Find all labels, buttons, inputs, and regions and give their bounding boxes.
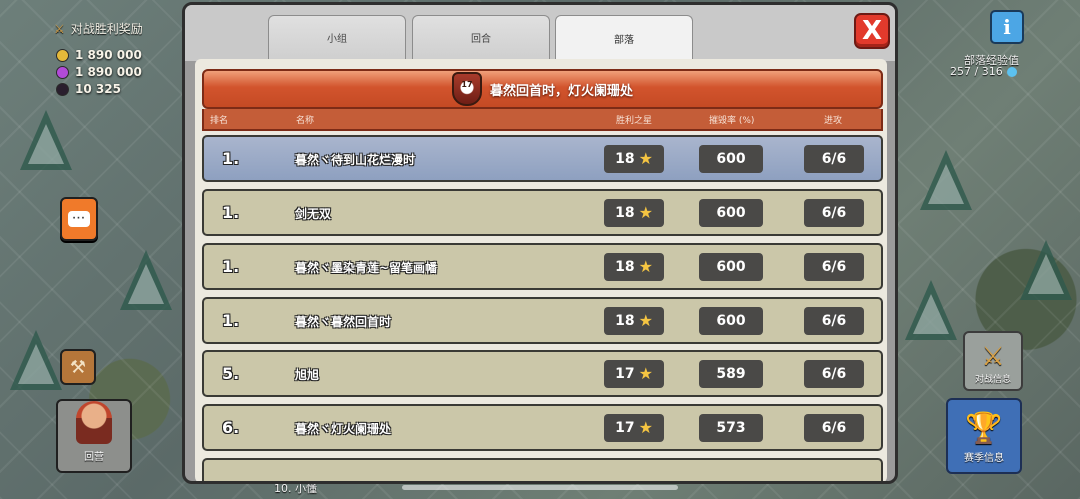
- column-rank: 排名: [210, 116, 229, 126]
- table-row[interactable]: 1. 暮然ヾ待到山花烂漫时 18 ★ 600 6/6: [202, 135, 883, 182]
- row-rank: 1.: [222, 257, 240, 276]
- row-attacks: 6/6: [804, 414, 864, 442]
- table-header: 排名 名称 胜利之星 摧毁率 (%) 进攻: [202, 109, 883, 131]
- chat-button[interactable]: ···: [60, 197, 98, 241]
- row-attacks: 6/6: [804, 199, 864, 227]
- war-reward-title: ⚔ 对战胜利奖励: [54, 21, 143, 37]
- star-icon: ★: [638, 149, 653, 168]
- close-button[interactable]: X: [854, 13, 890, 49]
- row-player-name: 旭旭: [295, 368, 320, 382]
- row-destruction: 573: [699, 414, 763, 442]
- row-stars: 18 ★: [604, 199, 664, 227]
- hammer-icon: ⚒: [69, 356, 87, 378]
- tree-decoration: [120, 250, 172, 310]
- row-attacks: 6/6: [804, 360, 864, 388]
- tab-group[interactable]: 小组: [268, 15, 406, 59]
- table-row[interactable]: [202, 458, 883, 481]
- dark-elixir-reward: 10 325: [56, 82, 121, 96]
- season-info-button[interactable]: 🏆 赛季信息: [946, 398, 1022, 474]
- row-destruction: 600: [699, 145, 763, 173]
- clan-badge-icon: 17: [451, 72, 482, 106]
- row-player-name: 剑无双: [295, 207, 332, 221]
- tab-clan[interactable]: 部落: [555, 15, 693, 61]
- dark-elixir-icon: [56, 82, 69, 96]
- crossed-swords-icon: ⚔: [54, 21, 65, 36]
- table-row[interactable]: 6. 暮然ヾ灯火阑珊处 17 ★ 573 6/6: [202, 404, 883, 451]
- column-stars: 胜利之星: [616, 116, 653, 126]
- clan-xp-value: 257 / 316: [950, 65, 1017, 78]
- crossed-swords-icon: ⚔: [981, 342, 1005, 372]
- tab-round[interactable]: 回合: [412, 15, 550, 59]
- row-player-name: 暮然ヾ待到山花烂漫时: [295, 153, 416, 167]
- row-attacks: 6/6: [804, 145, 864, 173]
- table-row[interactable]: 1. 暮然ヾ墨染青莲~留笔画幡 18 ★ 600 6/6: [202, 243, 883, 290]
- row-attacks: 6/6: [804, 307, 864, 335]
- table-row[interactable]: 5. 旭旭 17 ★ 589 6/6: [202, 350, 883, 397]
- row-rank: 1.: [222, 311, 240, 330]
- row-stars: 17 ★: [604, 414, 664, 442]
- tree-decoration: [920, 150, 972, 210]
- star-icon: ★: [638, 203, 653, 222]
- chat-icon: ···: [68, 211, 90, 227]
- star-icon: ★: [638, 311, 653, 330]
- clan-name: 暮然回首时，灯火阑珊处: [489, 83, 633, 99]
- row-player-name: 暮然ヾ暮然回首时: [295, 315, 392, 329]
- home-indicator[interactable]: [402, 485, 678, 490]
- xp-icon: [1006, 66, 1017, 77]
- row-stars: 18 ★: [604, 253, 664, 281]
- star-icon: ★: [638, 418, 653, 437]
- elixir-reward: 1 890 000: [56, 65, 142, 79]
- column-attacks: 进攻: [824, 116, 843, 126]
- table-row[interactable]: 1. 剑无双 18 ★ 600 6/6: [202, 189, 883, 236]
- war-results-window: 小组 回合 部落 X 17 暮然回首时，灯火阑珊处 排名 名称 胜利之星 摧毁率…: [182, 2, 898, 484]
- column-name: 名称: [296, 116, 315, 126]
- row-stars: 18 ★: [604, 145, 664, 173]
- column-destruction: 摧毁率 (%): [709, 116, 755, 126]
- gold-reward: 1 890 000: [56, 48, 142, 62]
- row-rank: 1.: [222, 149, 240, 168]
- clan-ranking-panel: 17 暮然回首时，灯火阑珊处 排名 名称 胜利之星 摧毁率 (%) 进攻 1. …: [195, 59, 887, 481]
- tree-decoration: [905, 280, 957, 340]
- war-info-button[interactable]: ⚔ 对战信息: [963, 331, 1023, 391]
- info-button[interactable]: i: [990, 10, 1024, 44]
- row-stars: 17 ★: [604, 360, 664, 388]
- tree-decoration: [10, 330, 62, 390]
- clan-banner: 17 暮然回首时，灯火阑珊处: [202, 69, 883, 109]
- tree-decoration: [20, 110, 72, 170]
- villager-avatar: [76, 401, 112, 444]
- star-icon: ★: [638, 257, 653, 276]
- row-rank: 6.: [222, 418, 240, 437]
- row-destruction: 600: [699, 199, 763, 227]
- row-attacks: 6/6: [804, 253, 864, 281]
- close-icon: X: [861, 16, 883, 46]
- tool-button[interactable]: ⚒: [60, 349, 96, 385]
- row-destruction: 600: [699, 307, 763, 335]
- row-destruction: 589: [699, 360, 763, 388]
- elixir-drop-icon: [56, 65, 69, 79]
- table-row[interactable]: 1. 暮然ヾ暮然回首时 18 ★ 600 6/6: [202, 297, 883, 344]
- row-destruction: 600: [699, 253, 763, 281]
- row-rank: 1.: [222, 203, 240, 222]
- row-rank: 5.: [222, 364, 240, 383]
- return-home-button[interactable]: 回营: [56, 399, 132, 473]
- row-stars: 18 ★: [604, 307, 664, 335]
- row-player-name: 暮然ヾ墨染青莲~留笔画幡: [295, 261, 438, 275]
- tree-decoration: [1020, 240, 1072, 300]
- trophy-icon: 🏆: [965, 411, 1003, 446]
- row-player-name: 暮然ヾ灯火阑珊处: [295, 422, 392, 436]
- star-icon: ★: [638, 364, 653, 383]
- gold-coin-icon: [56, 48, 69, 62]
